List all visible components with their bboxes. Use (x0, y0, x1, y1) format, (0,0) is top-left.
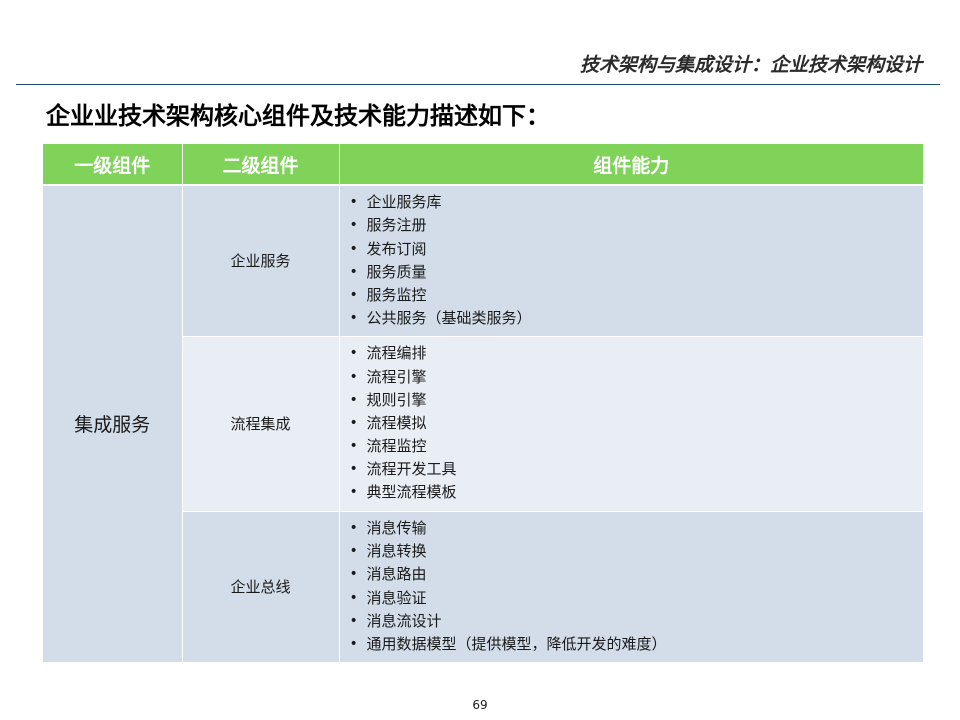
capability-item: • 服务质量 (350, 261, 923, 284)
capability-cell: • 消息传输 • 消息转换 • 消息路由 • 消息验证 • 消息流设计 • 通用数据模型（提供模型，降… (339, 511, 924, 663)
capability-item: • 消息流设计 (350, 610, 923, 633)
bullet-icon: • (349, 543, 358, 560)
capability-text: 流程监控 (366, 437, 427, 456)
capability-item: • 典型流程模板 (350, 481, 923, 504)
capability-text: 流程引擎 (366, 367, 427, 386)
capability-cell: • 流程编排 • 流程引擎 • 规则引擎 • 流程模拟 • 流程监控 • 流程开发工具 • 典型流程模板 (339, 336, 924, 512)
level2-cell: 企业服务 (182, 185, 340, 337)
header-level1: 一级组件 (43, 144, 183, 186)
bullet-icon: • (349, 484, 358, 501)
capability-item: • 消息路由 (350, 563, 923, 586)
capability-text: 消息传输 (366, 518, 427, 537)
capability-text: 规则引擎 (366, 390, 427, 409)
capability-item: • 服务注册 (350, 214, 923, 237)
capability-text: 消息验证 (366, 588, 427, 607)
capability-item: • 服务监控 (350, 284, 923, 307)
bullet-icon: • (349, 519, 358, 536)
capability-text: 服务质量 (366, 262, 427, 281)
capability-text: 公共服务（基础类服务） (366, 309, 532, 328)
capability-item: • 流程模拟 (350, 412, 923, 435)
capability-text: 消息路由 (366, 565, 427, 584)
bullet-icon: • (349, 414, 358, 431)
header-title: 技术架构与集成设计：企业技术架构设计 (579, 54, 922, 76)
capability-item: • 消息转换 (350, 540, 923, 563)
capability-item: • 流程开发工具 (350, 458, 923, 481)
bullet-icon: • (349, 612, 358, 629)
capability-cell: • 企业服务库 • 服务注册 • 发布订阅 • 服务质量 • 服务监控 • 公共服务（基础类服务） (339, 185, 924, 337)
level1-cell: 集成服务 (43, 185, 183, 663)
capability-item: • 发布订阅 (350, 238, 923, 261)
capability-text: 企业服务库 (366, 193, 442, 212)
capability-text: 典型流程模板 (366, 483, 457, 502)
bullet-icon: • (349, 589, 358, 606)
capability-item: • 消息验证 (350, 587, 923, 610)
capability-item: • 规则引擎 (350, 389, 923, 412)
capability-item: • 流程监控 (350, 435, 923, 458)
capability-text: 流程开发工具 (366, 460, 457, 479)
bullet-icon: • (349, 263, 358, 280)
table-header-row: 一级组件 二级组件 组件能力 (43, 144, 923, 186)
bullet-icon: • (349, 635, 358, 652)
header-capability: 组件能力 (339, 144, 923, 186)
capability-text: 服务监控 (366, 285, 427, 304)
capability-list: • 消息传输 • 消息转换 • 消息路由 • 消息验证 • 消息流设计 • 通用数据模型（提供模型，降… (350, 517, 923, 656)
bullet-icon: • (349, 345, 358, 362)
capability-text: 流程编排 (366, 344, 427, 363)
capability-item: • 消息传输 (350, 517, 923, 540)
bullet-icon: • (349, 310, 358, 327)
capability-item: • 流程编排 (350, 342, 923, 365)
bullet-icon: • (349, 566, 358, 583)
capability-text: 消息转换 (366, 542, 427, 561)
capability-text: 服务注册 (366, 216, 427, 235)
capability-list: • 流程编排 • 流程引擎 • 规则引擎 • 流程模拟 • 流程监控 • 流程开发工具 • 典型流程模板 (350, 342, 923, 504)
bullet-icon: • (349, 368, 358, 385)
bullet-icon: • (349, 194, 358, 211)
bullet-icon: • (349, 217, 358, 234)
header-divider (16, 84, 940, 85)
level2-cell: 流程集成 (182, 336, 340, 512)
capability-text: 发布订阅 (366, 239, 427, 258)
capability-item: • 通用数据模型（提供模型，降低开发的难度） (350, 633, 923, 656)
bullet-icon: • (349, 240, 358, 257)
page-title: 企业业技术架构核心组件及技术能力描述如下： (46, 102, 550, 130)
capability-text: 通用数据模型（提供模型，降低开发的难度） (366, 634, 667, 653)
components-table: 一级组件 二级组件 组件能力 集成服务 企业服务 • 企业服务库 • 服务注册 • 发布订… (43, 144, 924, 663)
capability-text: 消息流设计 (366, 611, 442, 630)
bullet-icon: • (349, 461, 358, 478)
capability-item: • 公共服务（基础类服务） (350, 307, 923, 330)
table-row: 集成服务 企业服务 • 企业服务库 • 服务注册 • 发布订阅 • 服务质量 • 服务监控 • 公共服… (43, 185, 924, 663)
capability-text: 流程模拟 (366, 413, 427, 432)
header-level2: 二级组件 (182, 144, 340, 186)
level2-cell: 企业总线 (182, 511, 340, 663)
bullet-icon: • (349, 438, 358, 455)
capability-item: • 企业服务库 (350, 191, 923, 214)
page-number: 69 (472, 698, 488, 712)
capability-list: • 企业服务库 • 服务注册 • 发布订阅 • 服务质量 • 服务监控 • 公共服务（基础类服务） (350, 191, 923, 330)
bullet-icon: • (349, 391, 358, 408)
bullet-icon: • (349, 286, 358, 303)
capability-item: • 流程引擎 (350, 366, 923, 389)
